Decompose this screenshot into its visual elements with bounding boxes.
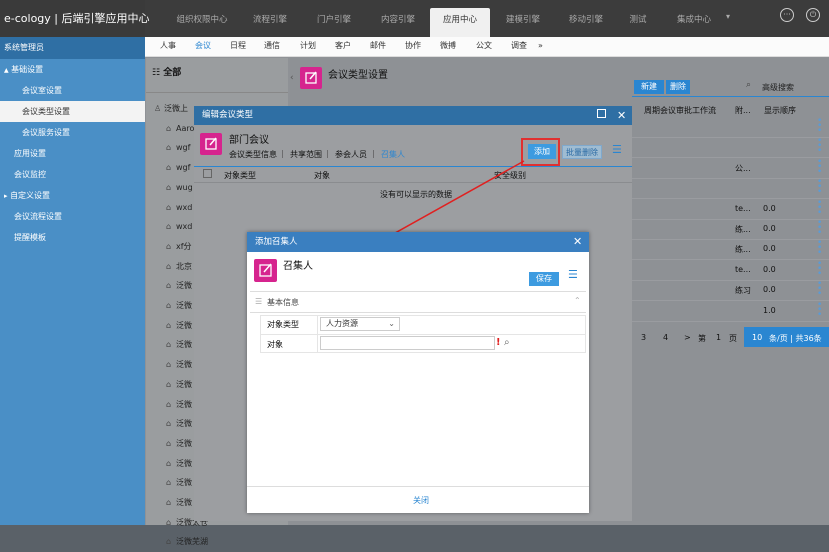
divider [260, 334, 586, 335]
convener-icon [254, 259, 277, 282]
close-button[interactable]: 关闭 [413, 495, 429, 506]
close-icon[interactable]: ✕ [573, 232, 582, 252]
dialog-title: 添加召集人 [247, 232, 589, 252]
home-icon: ⌂ [166, 537, 172, 547]
divider [317, 315, 318, 353]
type-select-value: 人力资源 [326, 319, 358, 328]
type-label: 对象类型 [267, 320, 299, 329]
type-select[interactable]: 人力资源 ⌄ [320, 317, 400, 331]
search-icon[interactable]: ⌕ [504, 337, 510, 348]
menu-list-icon[interactable]: ☰ [568, 268, 578, 281]
section-title: 基本信息 [267, 298, 299, 307]
divider [247, 486, 589, 487]
divider [250, 312, 586, 313]
tree-item-label: 泛微芜湖 [176, 537, 208, 547]
tree-item[interactable]: ⌂ 泛微芜湖 [150, 531, 285, 552]
collapse-icon[interactable]: ⌃ [574, 296, 581, 305]
required-mark: ! [496, 337, 501, 348]
save-button[interactable]: 保存 [529, 272, 559, 286]
divider [250, 291, 586, 292]
object-label: 对象 [267, 340, 283, 349]
object-input[interactable] [320, 336, 495, 350]
section-icon: ☰ [255, 297, 263, 306]
dialog-heading: 召集人 [283, 261, 313, 272]
chevron-down-icon: ⌄ [388, 319, 395, 328]
